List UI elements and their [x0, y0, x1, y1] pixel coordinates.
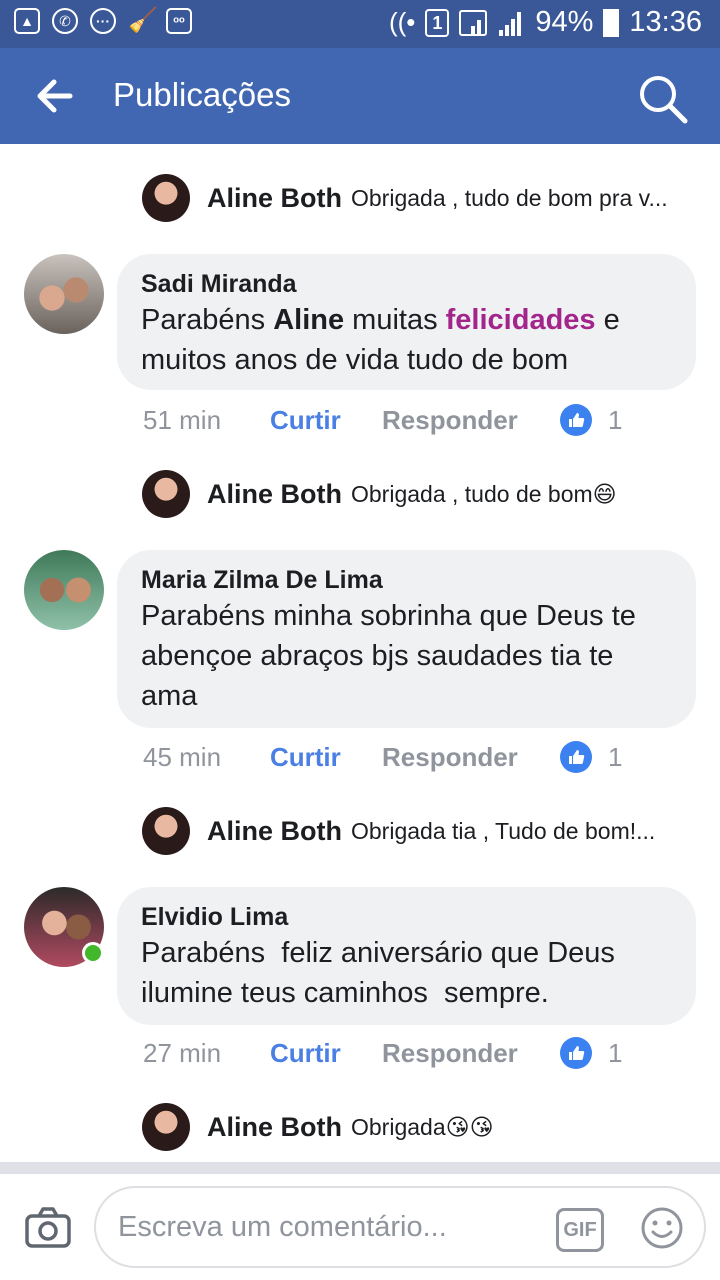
battery-icon — [603, 8, 620, 37]
reply-text: Obrigada😘😘 — [351, 1113, 494, 1140]
comment-author[interactable]: Elvidio Lima — [141, 901, 672, 933]
hashtag-link[interactable]: felicidades — [446, 304, 596, 336]
avatar[interactable] — [142, 174, 190, 222]
comment-text: Parabéns Aline muitas felicidades e muit… — [141, 304, 620, 376]
like-button[interactable]: Curtir — [270, 405, 382, 436]
reply-button[interactable]: Responder — [382, 1038, 560, 1069]
reply-author[interactable]: Aline Both — [207, 816, 342, 847]
status-bar: ▲ ✆ ··· 🧹 ᵒᵒ ((• 1 94% 13:36 — [0, 0, 720, 48]
messaging-icon: ··· — [90, 8, 116, 34]
reply-author[interactable]: Aline Both — [207, 183, 342, 214]
like-count[interactable]: 1 — [608, 742, 622, 773]
mention[interactable]: Aline — [273, 304, 344, 336]
system-indicators: ((• 1 94% 13:36 — [389, 6, 702, 39]
battery-percent: 94% — [535, 6, 594, 38]
emoji-icon — [641, 1207, 683, 1249]
avatar[interactable] — [142, 470, 190, 518]
comment-actions: 51 min Curtir Responder 1 — [143, 400, 622, 440]
avatar[interactable] — [24, 550, 104, 630]
reply-author[interactable]: Aline Both — [207, 479, 342, 510]
comment-author[interactable]: Sadi Miranda — [141, 268, 672, 300]
back-button[interactable] — [30, 72, 80, 120]
like-button[interactable]: Curtir — [270, 742, 382, 773]
like-reaction-icon[interactable] — [560, 404, 592, 436]
sim-slot-icon: 1 — [425, 8, 450, 37]
reply-button[interactable]: Responder — [382, 742, 560, 773]
like-count[interactable]: 1 — [608, 405, 622, 436]
like-reaction-icon[interactable] — [560, 741, 592, 773]
reply-text: Obrigada tia , Tudo de bom!... — [351, 817, 656, 844]
camera-icon — [25, 1207, 71, 1248]
search-button[interactable] — [636, 72, 690, 126]
signal-2-icon — [497, 10, 525, 36]
voicemail-icon: ᵒᵒ — [166, 8, 192, 34]
avatar[interactable] — [142, 807, 190, 855]
comment-text: Parabéns minha sobrinha que Deus te aben… — [141, 600, 636, 712]
emoji-button[interactable] — [640, 1206, 684, 1250]
camera-button[interactable] — [24, 1206, 72, 1250]
wifi-icon: ((• — [388, 7, 416, 37]
reply-item[interactable]: Aline Both Obrigada , tudo de bom pra v.… — [142, 174, 668, 222]
signal-1-icon — [459, 9, 488, 36]
comment-composer: Escreva um comentário... GIF — [0, 1174, 720, 1280]
reply-button[interactable]: Responder — [382, 405, 560, 436]
page-title: Publicações — [113, 76, 291, 113]
gif-button[interactable]: GIF — [556, 1208, 604, 1252]
reply-item[interactable]: Aline Both Obrigada😘😘 — [142, 1103, 494, 1151]
gallery-icon: ▲ — [14, 8, 40, 34]
whatsapp-icon: ✆ — [52, 8, 78, 34]
like-reaction-icon[interactable] — [560, 1037, 592, 1069]
notification-icons: ▲ ✆ ··· 🧹 ᵒᵒ — [14, 8, 192, 34]
comments-list[interactable]: Aline Both Obrigada , tudo de bom pra v.… — [0, 144, 720, 1162]
comment-actions: 27 min Curtir Responder 1 — [143, 1033, 622, 1073]
reply-item[interactable]: Aline Both Obrigada tia , Tudo de bom!..… — [142, 807, 655, 855]
comment-bubble[interactable]: Elvidio Lima Parabéns feliz aniversário … — [117, 887, 696, 1025]
comment-time: 51 min — [143, 404, 222, 435]
like-button[interactable]: Curtir — [270, 1038, 382, 1069]
reply-text: Obrigada , tudo de bom😄 — [351, 480, 617, 507]
comment-placeholder: Escreva um comentário... — [118, 1211, 447, 1243]
search-icon — [640, 76, 688, 124]
comment-author[interactable]: Maria Zilma De Lima — [141, 564, 672, 596]
app-bar: Publicações — [0, 48, 720, 144]
comment-time: 27 min — [143, 1037, 222, 1068]
comment-bubble[interactable]: Sadi Miranda Parabéns Aline muitas felic… — [117, 254, 696, 390]
like-count[interactable]: 1 — [608, 1038, 622, 1069]
avatar[interactable] — [142, 1103, 190, 1151]
avatar[interactable] — [24, 254, 104, 334]
cleaner-icon: 🧹 — [128, 7, 158, 34]
clock: 13:36 — [629, 6, 702, 38]
comment-bubble[interactable]: Maria Zilma De Lima Parabéns minha sobri… — [117, 550, 696, 728]
reply-item[interactable]: Aline Both Obrigada , tudo de bom😄 — [142, 470, 617, 518]
reply-author[interactable]: Aline Both — [207, 1112, 342, 1143]
reply-text: Obrigada , tudo de bom pra v... — [351, 184, 668, 211]
comment-input[interactable]: Escreva um comentário... GIF — [94, 1186, 706, 1268]
comment-actions: 45 min Curtir Responder 1 — [143, 737, 622, 777]
arrow-left-icon — [37, 79, 73, 113]
divider — [0, 1162, 720, 1174]
online-status-indicator — [82, 942, 104, 964]
comment-time: 45 min — [143, 741, 222, 772]
comment-text: Parabéns feliz aniversário que Deus ilum… — [141, 937, 623, 1009]
